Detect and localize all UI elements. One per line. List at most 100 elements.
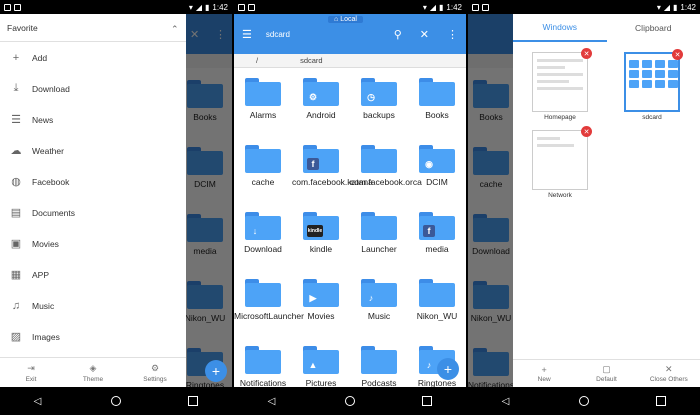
- folder-item[interactable]: Books: [408, 68, 466, 135]
- folder-item[interactable]: ↓ Download: [234, 202, 292, 269]
- folder-icon: ▶: [303, 279, 339, 307]
- back-icon[interactable]: ◁: [268, 396, 278, 407]
- more-icon[interactable]: ⋮: [447, 28, 458, 41]
- drawer-item-app[interactable]: ▦ APP: [0, 259, 186, 290]
- drawer-item-movies[interactable]: ▣ Movies: [0, 228, 186, 259]
- navigation-drawer: Favorite ⌃ + Add ⤓ Download ☰ News ☁ Weather ◍ Fa…: [0, 14, 186, 387]
- breadcrumb-root[interactable]: /: [256, 56, 258, 65]
- notification-icon: [248, 3, 255, 11]
- folder-icon: [419, 279, 455, 307]
- add-fab-button[interactable]: +: [205, 360, 227, 382]
- drawer-item-download[interactable]: ⤓ Download: [0, 73, 186, 104]
- recents-icon[interactable]: [656, 396, 667, 406]
- back-icon[interactable]: ◁: [34, 396, 44, 407]
- drawer-header[interactable]: Favorite ⌃: [0, 14, 186, 42]
- tab-windows[interactable]: Windows: [513, 14, 607, 42]
- signal-icon: ◢: [195, 2, 203, 12]
- folder-icon: ⚙: [303, 78, 339, 106]
- folder-item[interactable]: Launcher: [350, 202, 408, 269]
- window-thumb-homepage[interactable]: ✕: [532, 48, 592, 112]
- drawer-item-music[interactable]: ♫ Music: [0, 290, 186, 321]
- folder-icon: ↓: [245, 212, 281, 240]
- window-label: Network: [548, 192, 572, 199]
- drawer-item-list: + Add ⤓ Download ☰ News ☁ Weather ◍ Facebook ▤ Docu…: [0, 42, 186, 352]
- close-icon[interactable]: ✕: [420, 28, 429, 41]
- drawer-item-weather[interactable]: ☁ Weather: [0, 135, 186, 166]
- folder-item[interactable]: f com.facebook.katana: [292, 135, 373, 202]
- back-icon[interactable]: ◁: [502, 396, 512, 407]
- folder-icon: [245, 279, 281, 307]
- folder-item[interactable]: ▶ Movies: [292, 269, 350, 336]
- folder-badge-icon: ↓: [252, 226, 258, 236]
- default-button[interactable]: ▢ Default: [576, 360, 636, 387]
- wifi-icon: ▾: [656, 2, 661, 12]
- settings-button[interactable]: ⚙ Settings: [125, 358, 185, 387]
- folder-icon: kindle: [303, 212, 339, 240]
- drawer-item-label: Add: [32, 52, 48, 63]
- folder-label: Nikon_WU: [416, 311, 458, 321]
- drawer-item-documents[interactable]: ▤ Documents: [0, 197, 186, 228]
- drawer-item-news[interactable]: ☰ News: [0, 104, 186, 135]
- add-fab-button[interactable]: +: [437, 358, 459, 380]
- windows-tabs: Windows Clipboard: [513, 14, 700, 42]
- window-thumb-network[interactable]: ✕: [532, 126, 592, 190]
- drawer-item-facebook[interactable]: ◍ Facebook: [0, 166, 186, 197]
- new-button[interactable]: + New: [514, 360, 574, 387]
- tab-clipboard[interactable]: Clipboard: [607, 14, 700, 42]
- home-icon[interactable]: [578, 396, 589, 406]
- search-icon[interactable]: ⚲: [394, 28, 402, 41]
- folder-item[interactable]: kindle kindle: [292, 202, 350, 269]
- location-chip[interactable]: ⌂ Local: [328, 16, 363, 23]
- home-icon[interactable]: [110, 396, 121, 406]
- menu-icon[interactable]: ☰: [242, 28, 252, 41]
- battery-icon: ▮: [673, 2, 678, 12]
- battery-icon: ▮: [439, 2, 444, 12]
- close-others-button[interactable]: ✕ Close Others: [639, 360, 699, 387]
- window-thumb-sdcard[interactable]: ✕: [624, 49, 683, 112]
- folder-item[interactable]: Alarms: [234, 68, 292, 135]
- phone-drawer-view: ▾◢▮1:42 ✕ ⋮ BooksDCIMmediaNikon_WURingto…: [0, 0, 232, 415]
- folder-item[interactable]: ◷ backups: [350, 68, 408, 135]
- folder-item[interactable]: com.facebook.orca: [350, 135, 422, 202]
- folder-item[interactable]: Nikon_WU: [408, 269, 466, 336]
- close-window-icon[interactable]: ✕: [581, 126, 592, 137]
- folder-label: Books: [425, 110, 449, 120]
- folder-label: com.facebook.orca: [350, 177, 422, 187]
- folder-icon: [245, 145, 281, 173]
- recents-icon[interactable]: [422, 396, 433, 406]
- weather-icon: ☁: [10, 145, 22, 157]
- close-window-icon[interactable]: ✕: [672, 49, 683, 60]
- footer-label: Settings: [143, 375, 167, 383]
- folder-icon: f: [419, 212, 455, 240]
- panel-scrim[interactable]: [468, 14, 513, 387]
- breadcrumb-sdcard[interactable]: sdcard: [300, 56, 323, 65]
- chevron-up-icon[interactable]: ⌃: [171, 24, 179, 34]
- window-label: Homepage: [544, 114, 576, 121]
- folder-label: Android: [306, 110, 336, 120]
- window-label: sdcard: [642, 114, 662, 121]
- footer-label: Exit: [25, 375, 37, 383]
- wifi-icon: ▾: [422, 2, 427, 12]
- folder-item[interactable]: cache: [234, 135, 292, 202]
- folder-badge-icon: ◷: [367, 91, 375, 102]
- home-icon[interactable]: [344, 396, 355, 406]
- close-window-icon[interactable]: ✕: [581, 48, 592, 59]
- recents-icon[interactable]: [188, 396, 199, 406]
- globe-icon: ◍: [11, 176, 21, 188]
- folder-label: kindle: [309, 244, 333, 254]
- drawer-item-add[interactable]: + Add: [0, 42, 186, 73]
- folder-item[interactable]: ♪ Music: [350, 269, 408, 336]
- folder-item[interactable]: MicrosoftLauncher: [234, 269, 304, 336]
- drawer-scrim[interactable]: [186, 14, 232, 387]
- folder-badge-icon: ▲: [308, 360, 318, 370]
- folder-label: Music: [367, 311, 391, 321]
- exit-button[interactable]: ⇥ Exit: [1, 358, 61, 387]
- folder-item[interactable]: f media: [408, 202, 466, 269]
- window-list: ✕ Homepage ✕ sdcard ✕ Network: [513, 42, 700, 359]
- notification-icon: [482, 3, 489, 11]
- folder-item[interactable]: ⚙ Android: [292, 68, 350, 135]
- status-bar: ▾ ◢ ▮ 1:42: [468, 0, 700, 14]
- folder-item[interactable]: ◉ DCIM: [408, 135, 466, 202]
- theme-button[interactable]: ◈ Theme: [63, 358, 123, 387]
- drawer-item-images[interactable]: ▨ Images: [0, 321, 186, 352]
